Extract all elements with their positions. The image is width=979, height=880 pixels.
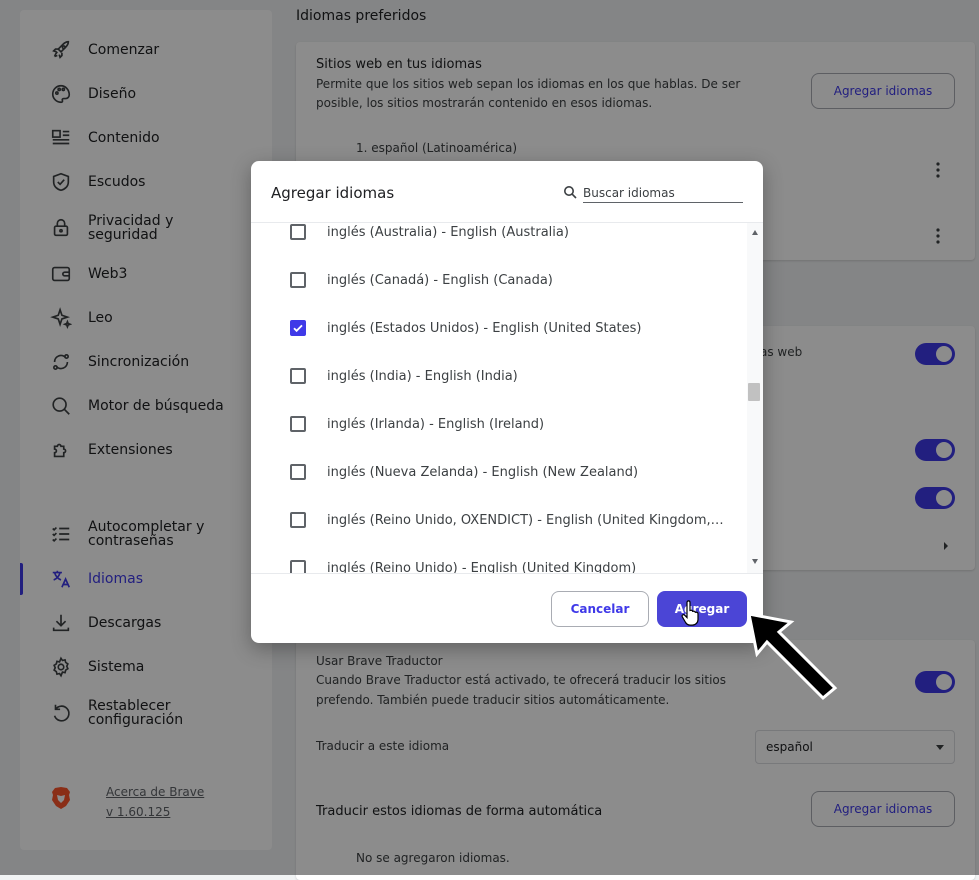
search-box <box>563 183 743 203</box>
language-option[interactable]: inglés (Reino Unido, OXENDICT) - English… <box>251 496 747 544</box>
dialog-title: Agregar idiomas <box>271 184 395 202</box>
divider <box>251 573 763 574</box>
checkbox[interactable] <box>290 272 306 288</box>
checkbox[interactable] <box>290 464 306 480</box>
add-languages-dialog: Agregar idiomas inglés (Australia) - Eng… <box>251 161 763 643</box>
language-option[interactable]: inglés (Australia) - English (Australia) <box>251 223 747 256</box>
checkbox[interactable] <box>290 416 306 432</box>
language-option-label: inglés (India) - English (India) <box>327 368 518 384</box>
language-option-label: inglés (Estados Unidos) - English (Unite… <box>327 320 642 336</box>
pointer-arrow-icon <box>747 612 838 701</box>
checkbox-checked[interactable] <box>290 320 306 336</box>
language-option[interactable]: inglés (Canadá) - English (Canada) <box>251 256 747 304</box>
language-option[interactable]: inglés (Irlanda) - English (Ireland) <box>251 400 747 448</box>
list-scrollbar[interactable] <box>747 223 763 573</box>
language-option-label: inglés (Irlanda) - English (Ireland) <box>327 416 545 432</box>
language-option-label: inglés (Australia) - English (Australia) <box>327 224 569 240</box>
checkbox[interactable] <box>290 560 306 573</box>
checkbox[interactable] <box>290 224 306 240</box>
language-option[interactable]: inglés (Reino Unido) - English (United K… <box>251 544 747 573</box>
checkbox[interactable] <box>290 512 306 528</box>
language-option-label: inglés (Reino Unido, OXENDICT) - English… <box>327 512 727 528</box>
language-option-label: inglés (Nueva Zelanda) - English (New Ze… <box>327 464 639 480</box>
checkbox[interactable] <box>290 368 306 384</box>
search-languages-input[interactable] <box>583 183 743 203</box>
scroll-down-icon[interactable] <box>752 559 758 564</box>
language-option-label: inglés (Canadá) - English (Canada) <box>327 272 553 288</box>
checkmark-icon <box>293 324 303 333</box>
language-option-label: inglés (Reino Unido) - English (United K… <box>327 560 637 574</box>
language-option[interactable]: inglés (Nueva Zelanda) - English (New Ze… <box>251 448 747 496</box>
language-option[interactable]: inglés (India) - English (India) <box>251 352 747 400</box>
scroll-up-icon[interactable] <box>752 230 758 235</box>
add-button[interactable]: Agregar <box>657 591 747 627</box>
search-icon <box>564 186 577 199</box>
language-list: inglés (Australia) - English (Australia)… <box>251 223 763 573</box>
cancel-button[interactable]: Cancelar <box>551 591 649 627</box>
scrollbar-thumb[interactable] <box>748 383 760 401</box>
language-option[interactable]: inglés (Estados Unidos) - English (Unite… <box>251 304 747 352</box>
hand-cursor-icon <box>681 600 699 626</box>
